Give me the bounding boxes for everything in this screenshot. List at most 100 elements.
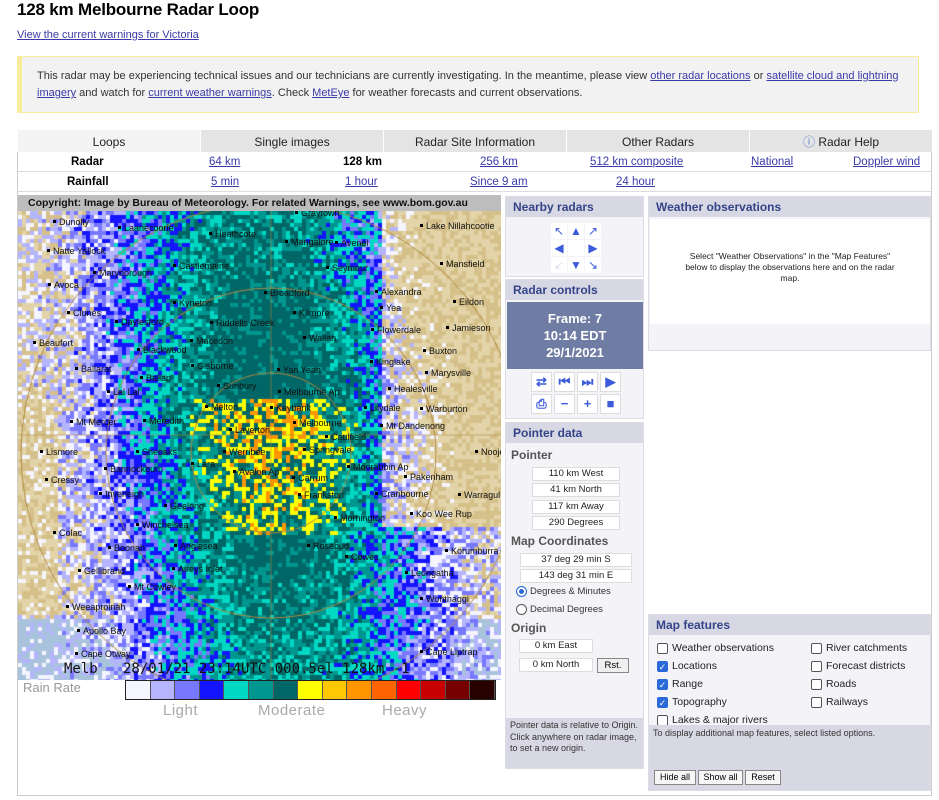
place-label: Warragul bbox=[458, 490, 500, 500]
place-label: Cowes bbox=[345, 552, 379, 562]
checkbox-icon[interactable]: ✓ bbox=[657, 678, 668, 690]
feature-checkbox-railways[interactable]: Railways bbox=[811, 696, 868, 708]
feature-checkbox-weather-observations[interactable]: Weather observations bbox=[657, 642, 774, 654]
pointer-note: Pointer data is relative to Origin. Clic… bbox=[506, 718, 643, 768]
place-label: Mt Dandenong bbox=[380, 421, 445, 431]
panel-heading: Map features bbox=[649, 615, 930, 635]
tab-single-images[interactable]: Single images bbox=[200, 130, 383, 152]
place-label: Maryborough bbox=[93, 268, 152, 278]
weather-warnings-link[interactable]: current weather warnings bbox=[148, 87, 272, 99]
place-label: Weeaproinah bbox=[66, 602, 125, 612]
pointer-data-panel: Pointer data Pointer 110 km West 41 km N… bbox=[505, 422, 644, 769]
place-label: Dunolly bbox=[53, 217, 89, 227]
copyright-banner: Copyright: Image by Bureau of Meteorolog… bbox=[18, 195, 501, 211]
legend-swatch bbox=[322, 681, 348, 699]
feature-checkbox-locations[interactable]: ✓ Locations bbox=[657, 660, 717, 672]
meteye-link[interactable]: MetEye bbox=[312, 87, 349, 99]
range-64km-link[interactable]: 64 km bbox=[209, 152, 240, 172]
range-512km-link[interactable]: 512 km composite bbox=[590, 152, 683, 172]
play-icon[interactable]: ▶ bbox=[600, 372, 621, 392]
place-label: Macedon bbox=[190, 336, 233, 346]
other-radars-link[interactable]: other radar locations bbox=[650, 70, 750, 82]
place-label: Mansfield bbox=[440, 259, 485, 269]
rainfall-24hour-link[interactable]: 24 hour bbox=[616, 172, 655, 192]
feature-checkbox-forecast-districts[interactable]: Forecast districts bbox=[811, 660, 905, 672]
place-label: Melbourne Ap bbox=[278, 387, 340, 397]
arrow-southeast-icon[interactable]: ↘ bbox=[585, 257, 601, 273]
range-256km-link[interactable]: 256 km bbox=[480, 152, 518, 172]
pointer-north: 41 km North bbox=[532, 483, 620, 497]
checkbox-icon[interactable] bbox=[811, 642, 822, 654]
checkbox-icon[interactable] bbox=[657, 714, 668, 726]
place-label: Lal Lal bbox=[107, 387, 140, 397]
print-icon[interactable]: ⎙ bbox=[531, 394, 552, 414]
place-label: Warburton bbox=[420, 404, 468, 414]
place-label: Keybank bbox=[270, 403, 311, 413]
arrow-north-icon[interactable]: ▲ bbox=[568, 223, 584, 239]
reset-button[interactable]: Reset bbox=[745, 770, 781, 785]
panel-heading: Radar controls bbox=[506, 280, 643, 300]
checkbox-icon[interactable] bbox=[657, 642, 668, 654]
radar-map[interactable]: Dunolly Laanecoorie Heathcote Graytown Manga… bbox=[18, 195, 501, 680]
origin-north: 0 km North bbox=[519, 658, 593, 672]
toggle-icon[interactable]: ⇄ bbox=[531, 372, 552, 392]
place-label: Flowerdale bbox=[371, 325, 421, 335]
rainfall-5min-link[interactable]: 5 min bbox=[211, 172, 239, 192]
step-forward-icon[interactable]: ⏭ bbox=[577, 372, 598, 392]
arrow-east-icon[interactable]: ▶ bbox=[585, 240, 601, 256]
feature-checkbox-river-catchments[interactable]: River catchments bbox=[811, 642, 907, 654]
place-label: Rosebud bbox=[307, 541, 349, 551]
reset-origin-button[interactable]: Rst. bbox=[597, 658, 629, 673]
place-label: Werribee bbox=[223, 447, 265, 457]
degrees-minutes-radio[interactable]: Degrees & Minutes bbox=[516, 586, 611, 597]
tab-loops[interactable]: Loops bbox=[17, 130, 200, 152]
checkbox-label: River catchments bbox=[826, 642, 908, 654]
place-label: Buxton bbox=[423, 346, 457, 356]
nearby-radars-panel: Nearby radars ↖ ▲ ↗ ◀ ▶ ↙ ▼ ↘ bbox=[505, 196, 644, 277]
place-label: Yea bbox=[380, 303, 401, 313]
map-features-panel: Map features Weather observations ✓ Locati… bbox=[648, 614, 931, 791]
rainfall-1hour-link[interactable]: 1 hour bbox=[345, 172, 378, 192]
show-all-button[interactable]: Show all bbox=[698, 770, 743, 785]
radar-range-row: Radar 64 km 128 km 256 km 512 km composi… bbox=[18, 152, 931, 172]
national-link[interactable]: National bbox=[751, 152, 793, 172]
stop-icon[interactable]: ■ bbox=[600, 394, 621, 414]
hide-all-button[interactable]: Hide all bbox=[654, 770, 696, 785]
row-label: Radar bbox=[71, 156, 104, 168]
slower-icon[interactable]: − bbox=[554, 394, 575, 414]
place-label: Kinglake bbox=[370, 357, 411, 367]
faster-icon[interactable]: + bbox=[577, 394, 598, 414]
place-label: Colac bbox=[53, 528, 82, 538]
arrow-northwest-icon[interactable]: ↖ bbox=[551, 223, 567, 239]
place-label: Laverton bbox=[229, 425, 270, 435]
step-back-icon[interactable]: ⏮ bbox=[554, 372, 575, 392]
feature-checkbox-topography[interactable]: ✓ Topography bbox=[657, 696, 727, 708]
warnings-link[interactable]: View the current warnings for Victoria bbox=[17, 29, 199, 41]
checkbox-icon[interactable] bbox=[811, 696, 822, 708]
place-label: Ballarat bbox=[75, 364, 112, 374]
checkbox-icon[interactable]: ✓ bbox=[657, 696, 668, 708]
tab-other-radars[interactable]: Other Radars bbox=[566, 130, 749, 152]
place-label: Ballan bbox=[140, 373, 171, 383]
radio-label: Degrees & Minutes bbox=[530, 586, 611, 597]
rainfall-since-9am-link[interactable]: Since 9 am bbox=[470, 172, 528, 192]
arrow-west-icon[interactable]: ◀ bbox=[551, 240, 567, 256]
tab-radar-help[interactable]: ⓘ Radar Help bbox=[749, 130, 932, 152]
decimal-degrees-radio[interactable]: Decimal Degrees bbox=[516, 604, 603, 615]
latitude: 37 deg 29 min S bbox=[520, 553, 632, 567]
arrow-northeast-icon[interactable]: ↗ bbox=[585, 223, 601, 239]
notice-text: This radar may be experiencing technical… bbox=[37, 70, 651, 82]
arrow-south-icon[interactable]: ▼ bbox=[568, 257, 584, 273]
feature-checkbox-roads[interactable]: Roads bbox=[811, 678, 856, 690]
checkbox-icon[interactable]: ✓ bbox=[657, 660, 668, 672]
doppler-wind-link[interactable]: Doppler wind bbox=[853, 152, 920, 172]
legend-swatch bbox=[175, 681, 200, 699]
checkbox-icon[interactable] bbox=[811, 660, 822, 672]
checkbox-icon[interactable] bbox=[811, 678, 822, 690]
tab-radar-site-information[interactable]: Radar Site Information bbox=[383, 130, 566, 152]
place-label: Mt Cowley bbox=[128, 582, 176, 592]
legend-title: Rain Rate bbox=[23, 680, 81, 695]
feature-checkbox-range[interactable]: ✓ Range bbox=[657, 678, 703, 690]
map-coordinates-label: Map Coordinates bbox=[511, 534, 609, 548]
color-scale bbox=[125, 680, 496, 700]
